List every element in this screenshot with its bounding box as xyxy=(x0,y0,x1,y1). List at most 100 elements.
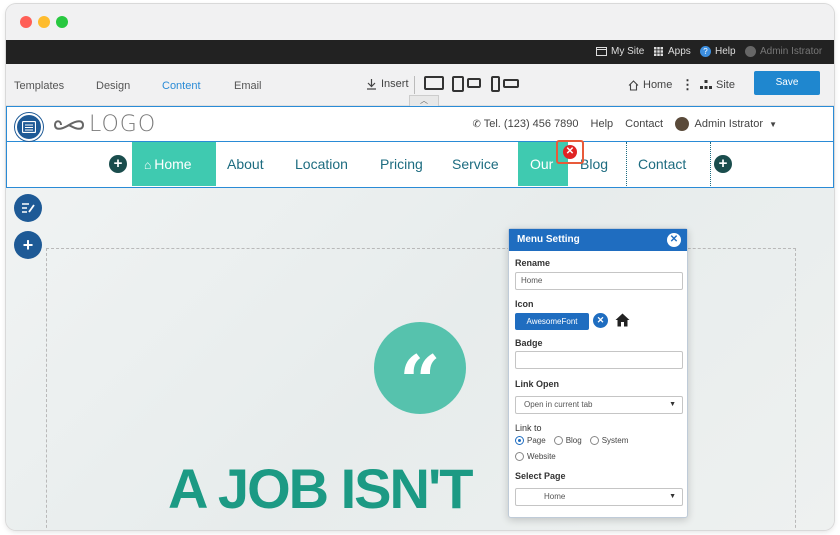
help-icon: ? xyxy=(700,46,711,57)
divider xyxy=(414,76,415,94)
quote-icon: “ xyxy=(374,322,466,424)
my-site-label: My Site xyxy=(611,46,645,57)
mobile-landscape-view-icon[interactable] xyxy=(503,79,519,88)
nav-item-location[interactable]: Location xyxy=(283,142,360,186)
mobile-view-icon[interactable] xyxy=(491,76,500,92)
tab-templates[interactable]: Templates xyxy=(14,80,64,92)
radio-unselected-icon xyxy=(553,436,563,445)
insert-button[interactable]: Insert xyxy=(366,78,409,90)
nav-separator xyxy=(710,142,711,186)
home-icon: ⌂ xyxy=(144,158,152,172)
sitemap-icon xyxy=(700,80,712,89)
my-site-link[interactable]: My Site xyxy=(596,46,644,57)
phone-icon: ✆ xyxy=(472,119,481,130)
nav-item-home[interactable]: ⌂ Home xyxy=(132,142,216,186)
icon-picker-button[interactable]: AwesomeFont xyxy=(515,313,589,330)
link-to-radio-group-row2: Website xyxy=(515,452,556,461)
nav-item-contact[interactable]: Contact xyxy=(626,142,698,186)
select-page-dropdown[interactable]: Home ▼ xyxy=(515,488,683,506)
nav-item-home-label: Home xyxy=(154,156,192,172)
rename-label: Rename xyxy=(515,258,551,268)
delete-menu-item-button[interactable]: ✕ xyxy=(556,140,584,164)
badge-label: Badge xyxy=(515,338,543,348)
home-button[interactable]: Home xyxy=(628,79,672,91)
radio-system-label: System xyxy=(601,436,629,445)
radio-page[interactable]: Page xyxy=(515,436,546,445)
add-section-button[interactable]: + xyxy=(14,231,42,259)
clear-icon-button[interactable]: ✕ xyxy=(593,313,608,328)
radio-blog[interactable]: Blog xyxy=(553,436,582,445)
radio-unselected-icon xyxy=(589,436,599,445)
badge-input[interactable] xyxy=(515,351,683,369)
help-label: Help xyxy=(715,46,736,57)
home-outline-icon xyxy=(628,79,639,91)
logo-text: LOGO xyxy=(89,112,157,137)
editor-menu-button[interactable] xyxy=(15,113,43,141)
rename-input[interactable]: Home xyxy=(515,272,683,290)
close-panel-button[interactable]: ✕ xyxy=(667,233,681,247)
tab-content[interactable]: Content xyxy=(162,80,201,92)
dropdown-arrow-icon: ▼ xyxy=(669,493,676,500)
tablet-view-icon[interactable] xyxy=(452,76,464,92)
select-page-value: Home xyxy=(544,492,566,501)
dropdown-arrow-icon: ▼ xyxy=(669,401,676,408)
header-contact-link[interactable]: Contact xyxy=(625,118,663,130)
home-icon xyxy=(615,313,630,327)
link-open-value: Open in current tab xyxy=(524,400,593,409)
main-navigation: + ⌂ Home About Location Pricing Service O… xyxy=(6,142,834,188)
tablet-landscape-view-icon[interactable] xyxy=(467,78,481,88)
close-window-button[interactable] xyxy=(20,16,32,28)
header-help-link[interactable]: Help xyxy=(591,118,614,130)
apps-link[interactable]: Apps xyxy=(653,46,691,57)
help-link[interactable]: ? Help xyxy=(700,46,736,57)
radio-website[interactable]: Website xyxy=(515,452,556,461)
remove-icon: ✕ xyxy=(563,145,577,159)
tab-design[interactable]: Design xyxy=(96,80,130,92)
header-contact-bar: ✆ Tel. (123) 456 7890 Help Contact Admin… xyxy=(473,117,777,131)
radio-selected-icon xyxy=(515,436,524,445)
radio-system[interactable]: System xyxy=(589,436,629,445)
admin-user-link[interactable]: Admin Istrator xyxy=(745,46,822,57)
hero-title: A JOB ISN'T xyxy=(168,457,473,520)
insert-label: Insert xyxy=(381,78,409,90)
add-menu-item-left-button[interactable]: + xyxy=(109,155,127,173)
edit-content-button[interactable] xyxy=(14,194,42,222)
site-button[interactable]: Site xyxy=(700,79,735,91)
add-menu-item-right-button[interactable]: + xyxy=(714,155,732,173)
user-avatar-icon xyxy=(745,46,756,57)
avatar xyxy=(675,117,690,131)
nav-item-pricing[interactable]: Pricing xyxy=(368,142,435,186)
infinity-logo-icon xyxy=(53,119,85,130)
nav-item-about[interactable]: About xyxy=(215,142,276,186)
chevron-up-icon: ︿ xyxy=(420,96,428,105)
more-vertical-icon[interactable]: ⋮ xyxy=(681,77,694,93)
grid-icon xyxy=(654,47,663,56)
radio-blog-label: Blog xyxy=(565,436,582,445)
link-to-label: Link to xyxy=(515,423,542,433)
minimize-window-button[interactable] xyxy=(38,16,50,28)
caret-down-icon: ▼ xyxy=(769,119,777,129)
list-icon xyxy=(22,121,36,133)
maximize-window-button[interactable] xyxy=(56,16,68,28)
admin-bar: My Site Apps ? Help Admin Istrator xyxy=(6,40,834,64)
browser-icon xyxy=(596,47,607,56)
select-page-label: Select Page xyxy=(515,471,566,481)
phone-number: Tel. (123) 456 7890 xyxy=(483,118,579,130)
link-open-select[interactable]: Open in current tab ▼ xyxy=(515,396,683,414)
collapse-toolbar-tab[interactable]: ︿ xyxy=(409,95,439,106)
phone-info[interactable]: ✆ Tel. (123) 456 7890 xyxy=(473,118,579,130)
desktop-view-icon[interactable] xyxy=(424,76,444,90)
nav-item-service[interactable]: Service xyxy=(440,142,511,186)
title-bar xyxy=(6,4,834,40)
site-label: Site xyxy=(716,79,735,91)
radio-unselected-icon xyxy=(515,452,524,461)
site-logo[interactable]: LOGO xyxy=(53,112,156,137)
header-user-menu[interactable]: Admin Istrator ▼ xyxy=(675,117,777,131)
tab-email[interactable]: Email xyxy=(234,80,262,92)
header-user-name: Admin Istrator xyxy=(694,117,764,130)
save-button[interactable]: Save xyxy=(754,71,820,95)
apps-label: Apps xyxy=(668,46,691,57)
panel-header: Menu Setting ✕ xyxy=(509,229,687,251)
hero-section: + “ A JOB ISN'T xyxy=(6,188,834,530)
radio-website-label: Website xyxy=(527,452,556,461)
